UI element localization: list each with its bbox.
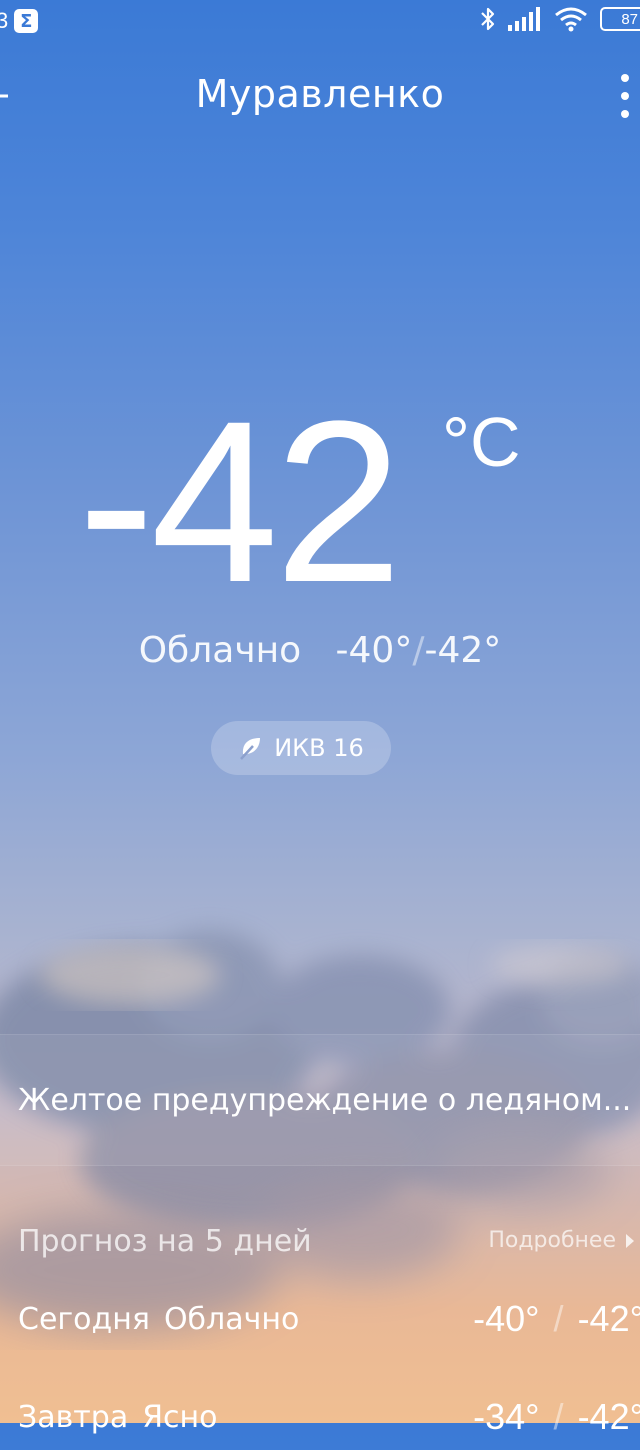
more-label: Подробнее [488,1228,616,1253]
more-options-button[interactable] [620,74,630,118]
day-name: Сегодня [18,1302,150,1337]
dot-icon [621,92,629,100]
city-title: Муравленко [195,72,445,116]
temp-separator: / [553,1396,564,1437]
chevron-right-icon [626,1233,634,1248]
sigma-icon: Σ [14,9,39,33]
condition-text: Облачно [138,630,302,671]
current-temperature: -42 °C [0,373,640,630]
top-bar: Муравленко [0,64,640,128]
status-time: 3 [0,8,9,33]
temp-separator: / [412,630,425,671]
day-condition: Облачно [163,1302,300,1337]
forecast-day-row[interactable]: Завтра Ясно -34° / -42° [0,1396,640,1450]
warning-text: Желтое предупреждение о ледяном... [18,1083,632,1118]
forecast-more-link[interactable]: Подробнее [488,1228,634,1253]
low-temp: -42° [424,630,502,671]
forecast-day-row[interactable]: Сегодня Облачно -40° / -42° [0,1298,640,1352]
temperature-unit: °C [442,403,521,481]
weather-warning[interactable]: Желтое предупреждение о ледяном... [0,1034,640,1166]
aqi-button[interactable]: ИКВ 16 [211,721,391,775]
leaf-icon [240,738,261,760]
temp-separator: / [553,1298,564,1339]
aqi-label: ИКВ 16 [274,734,364,762]
day-name: Завтра [18,1400,129,1435]
high-temp: -40° [335,630,413,671]
dot-icon [621,74,629,82]
temperature-value: -42 [78,373,402,630]
day-low: -42° [577,1298,640,1339]
day-condition: Ясно [142,1400,218,1435]
day-high: -40° [473,1298,540,1339]
condition-summary: Облачно -40°/-42° [0,630,640,671]
day-high: -34° [473,1396,540,1437]
signal-icon [508,7,540,31]
forecast-header: Прогноз на 5 дней Подробнее [0,1220,640,1268]
day-low: -42° [577,1396,640,1437]
bluetooth-icon [481,7,495,31]
battery-icon: 87 [600,7,640,31]
status-bar: 3 Σ 87 [0,0,640,44]
dot-icon [621,110,629,118]
wifi-icon [555,7,587,32]
forecast-title: Прогноз на 5 дней [18,1224,312,1259]
cloud-background [0,930,640,1330]
